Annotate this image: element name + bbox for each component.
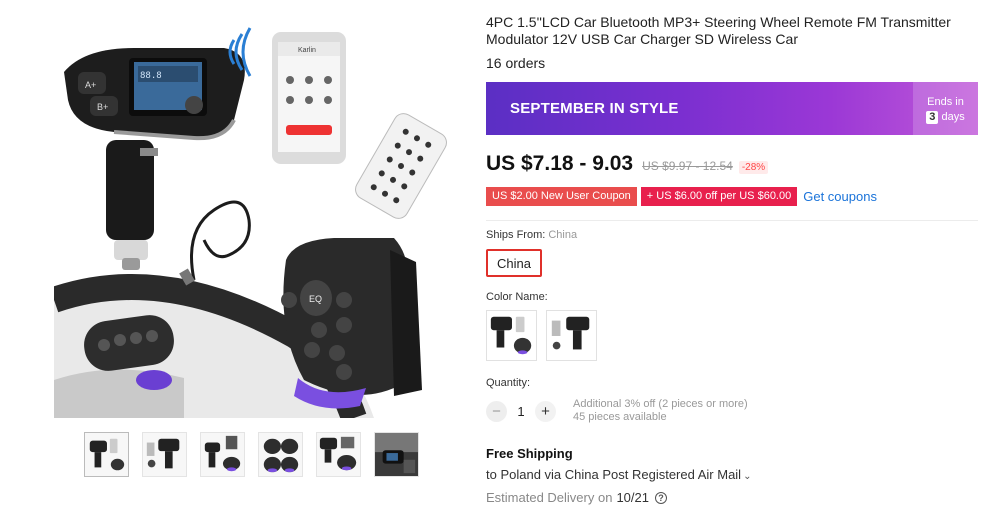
new-user-coupon[interactable]: US $2.00 New User Coupon: [486, 187, 637, 206]
thumbnail-3[interactable]: [200, 432, 245, 477]
coupon-row: US $2.00 New User Coupon + US $6.00 off …: [486, 187, 982, 206]
quantity-label: Quantity:: [486, 377, 531, 389]
ends-in-days: 3 days: [913, 110, 978, 125]
quantity-plus-button[interactable]: +: [535, 400, 556, 422]
days-label: days: [941, 111, 965, 123]
color-name-label: Color Name:: [486, 291, 548, 303]
thumbnail-4[interactable]: [258, 432, 303, 477]
quantity-value[interactable]: 1: [507, 404, 535, 419]
ends-in-label: Ends in: [927, 96, 964, 108]
bulk-discount-note: Additional 3% off (2 pieces or more): [573, 398, 748, 410]
estimated-delivery: Estimated Delivery on 10/21 ?: [486, 490, 982, 505]
question-circle-icon[interactable]: ?: [655, 491, 667, 504]
shipping-destination[interactable]: to Poland via China Post Registered Air …: [486, 467, 982, 482]
discount-badge: -28%: [738, 161, 769, 174]
color-swatch-2[interactable]: [546, 310, 597, 361]
color-swatch-1[interactable]: [486, 310, 537, 361]
shipping-destination-text[interactable]: to Poland via China Post Registered Air …: [486, 467, 741, 482]
plus-icon: +: [646, 190, 657, 202]
quantity-note: Additional 3% off (2 pieces or more) 45 …: [573, 398, 748, 424]
promo-banner[interactable]: SEPTEMBER IN STYLE Ends in 3 days: [486, 82, 978, 135]
quantity-minus-button[interactable]: −: [486, 400, 507, 422]
thumbnail-6[interactable]: [374, 432, 419, 477]
thumbnail-5[interactable]: [316, 432, 361, 477]
ships-from-title: Ships From:: [486, 229, 546, 241]
thumbnail-2[interactable]: [142, 432, 187, 477]
quantity-stepper: − 1 + Additional 3% off (2 pieces or mor…: [486, 398, 982, 424]
product-title: 4PC 1.5''LCD Car Bluetooth MP3+ Steering…: [486, 14, 951, 47]
original-price: US $9.97 - 12.54: [642, 159, 733, 173]
svg-text:EQ: EQ: [309, 294, 322, 304]
delivery-date: 10/21: [616, 490, 649, 505]
product-info: 4PC 1.5''LCD Car Bluetooth MP3+ Steering…: [486, 0, 982, 505]
ships-from-value: China: [548, 229, 578, 241]
price-row: US $7.18 - 9.03 US $9.97 - 12.54 -28%: [486, 152, 982, 176]
order-count: 16 orders: [486, 55, 546, 71]
shipping-title: Free Shipping: [486, 446, 573, 461]
promo-title: SEPTEMBER IN STYLE: [510, 100, 679, 117]
chevron-down-icon[interactable]: ⌄: [743, 471, 751, 482]
svg-text:B+: B+: [97, 102, 108, 112]
promo-countdown: Ends in 3 days: [913, 82, 978, 135]
store-coupon-label: US $6.00 off per US $60.00: [656, 190, 792, 202]
ships-from-label: Ships From: China: [486, 229, 982, 241]
product-page: 88.8 A+ B+ Karlin EQ 4PC 1.5''LCD Car Bl…: [0, 0, 988, 527]
pieces-available: 45 pieces available: [573, 411, 667, 423]
ships-from-option-china[interactable]: China: [486, 249, 542, 277]
thumbnail-1[interactable]: [84, 432, 129, 477]
color-swatches: [486, 310, 982, 361]
thumbnail-strip: [84, 432, 419, 477]
delivery-label: Estimated Delivery on: [486, 490, 613, 505]
get-coupons-link[interactable]: Get coupons: [803, 189, 877, 204]
svg-text:Karlin: Karlin: [298, 47, 316, 54]
svg-text:A+: A+: [85, 80, 96, 90]
main-product-image[interactable]: 88.8 A+ B+ Karlin EQ: [54, 0, 458, 418]
svg-text:88.8: 88.8: [140, 71, 162, 81]
days-number: 3: [926, 111, 939, 124]
divider: [486, 220, 978, 221]
current-price: US $7.18 - 9.03: [486, 152, 634, 175]
store-coupon[interactable]: + US $6.00 off per US $60.00: [640, 187, 798, 206]
